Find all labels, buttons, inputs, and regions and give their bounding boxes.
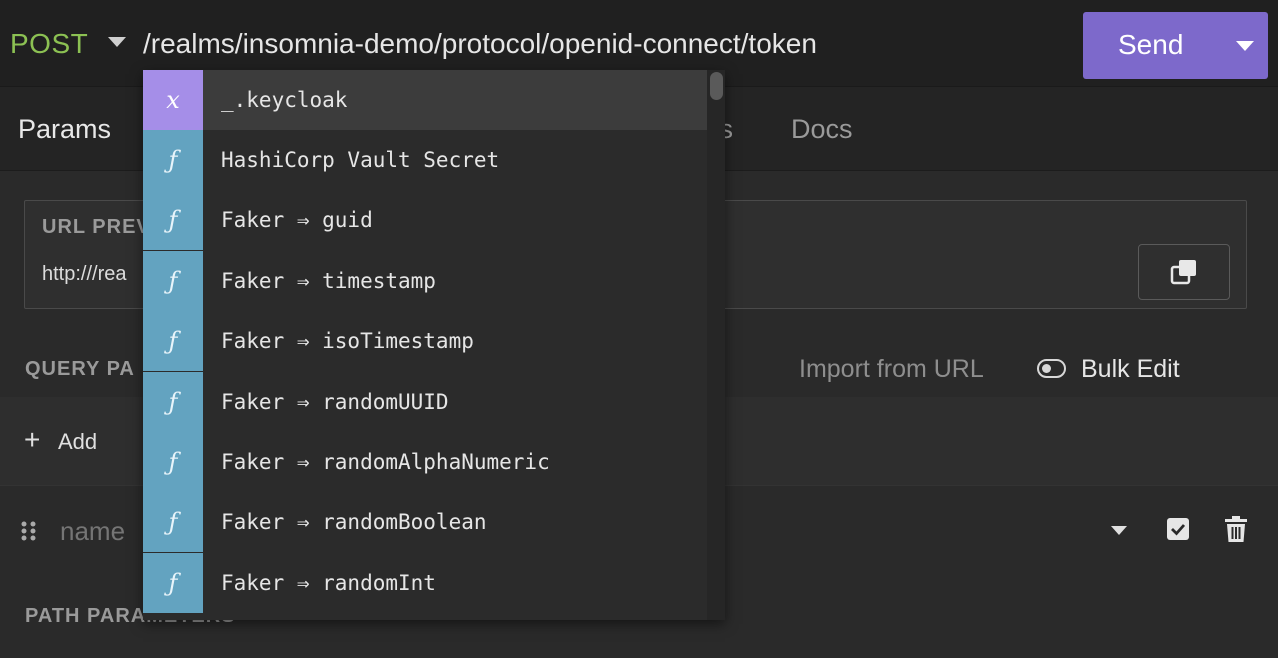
function-icon: ƒ [143, 130, 203, 190]
trash-icon[interactable] [1225, 516, 1247, 542]
variable-icon: x [143, 70, 203, 130]
tab-docs[interactable]: Docs [791, 114, 853, 145]
autocomplete-item-label: Faker ⇒ timestamp [221, 269, 436, 293]
autocomplete-item[interactable]: ƒ Faker ⇒ randomUUID [143, 372, 707, 432]
toggle-knob [1042, 364, 1051, 373]
autocomplete-item-label: Faker ⇒ randomUUID [221, 390, 449, 414]
tab-params[interactable]: Params [18, 114, 111, 145]
autocomplete-item[interactable]: ƒ Faker ⇒ randomInt [143, 553, 707, 613]
query-params-title: QUERY PA [25, 358, 135, 380]
autocomplete-scrollbar[interactable] [707, 70, 725, 620]
autocomplete-dropdown: x _.keycloak ƒ HashiCorp Vault Secret ƒ … [143, 70, 725, 620]
autocomplete-item[interactable]: ƒ Faker ⇒ guid [143, 190, 707, 250]
import-from-url-button[interactable]: Import from URL [799, 355, 984, 384]
toggle-icon[interactable] [1037, 359, 1066, 378]
autocomplete-item[interactable]: x _.keycloak [143, 70, 707, 130]
chevron-down-icon[interactable] [1111, 526, 1127, 535]
autocomplete-item-label: HashiCorp Vault Secret [221, 148, 500, 172]
url-preview-title: URL PREV [42, 216, 151, 238]
function-icon: ƒ [143, 492, 203, 552]
autocomplete-item-label: Faker ⇒ randomBoolean [221, 510, 487, 534]
send-button[interactable]: Send [1083, 12, 1268, 79]
chevron-down-icon[interactable] [108, 37, 126, 47]
drag-handle-icon[interactable] [21, 521, 37, 541]
autocomplete-scrollbar-thumb[interactable] [710, 72, 723, 100]
url-input[interactable]: /realms/insomnia-demo/protocol/openid-co… [143, 28, 817, 60]
autocomplete-item[interactable]: ƒ Faker ⇒ isoTimestamp [143, 311, 707, 371]
autocomplete-item-label: Faker ⇒ isoTimestamp [221, 329, 474, 353]
autocomplete-item[interactable]: ƒ HashiCorp Vault Secret [143, 130, 707, 190]
url-preview-value: http:///rea [42, 263, 127, 285]
autocomplete-item-label: Faker ⇒ randomAlphaNumeric [221, 450, 550, 474]
autocomplete-item-label: Faker ⇒ guid [221, 208, 373, 232]
bulk-edit-button[interactable]: Bulk Edit [1081, 355, 1180, 384]
param-name-input[interactable] [60, 516, 150, 547]
autocomplete-item-label: _.keycloak [221, 88, 348, 112]
autocomplete-item[interactable]: ƒ Faker ⇒ randomAlphaNumeric [143, 432, 707, 492]
function-icon: ƒ [143, 553, 203, 613]
method-selector[interactable]: POST [10, 28, 88, 60]
autocomplete-item[interactable]: ƒ Faker ⇒ timestamp [143, 251, 707, 311]
send-button-label: Send [1118, 29, 1184, 60]
function-icon: ƒ [143, 372, 203, 432]
copy-icon [1170, 260, 1196, 285]
function-icon: ƒ [143, 251, 203, 311]
send-options-chevron-icon[interactable] [1236, 41, 1254, 51]
copy-url-button[interactable] [1138, 244, 1230, 300]
checkbox-checked-icon[interactable] [1167, 518, 1189, 540]
function-icon: ƒ [143, 311, 203, 371]
add-param-button[interactable]: Add [58, 429, 97, 455]
plus-icon[interactable]: + [24, 426, 40, 454]
function-icon: ƒ [143, 190, 203, 250]
autocomplete-item-label: Faker ⇒ randomInt [221, 571, 436, 595]
function-icon: ƒ [143, 432, 203, 492]
autocomplete-item[interactable]: ƒ Faker ⇒ randomBoolean [143, 492, 707, 552]
